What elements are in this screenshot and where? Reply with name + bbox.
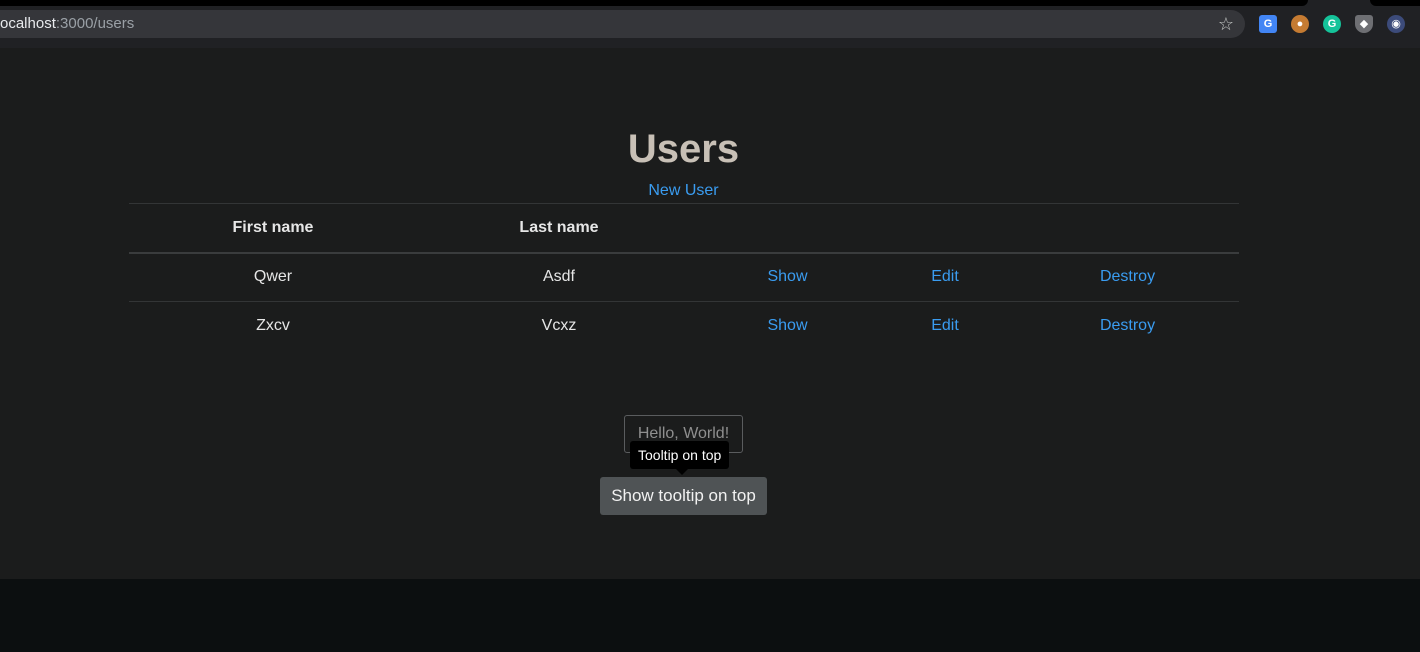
cell-edit: Edit: [874, 253, 1016, 302]
address-bar[interactable]: ocalhost:3000/users ☆: [0, 10, 1245, 38]
new-user-link[interactable]: New User: [0, 180, 1367, 202]
browser-toolbar: ocalhost:3000/users ☆ G ● G ◆ ◉: [0, 0, 1420, 48]
translate-icon[interactable]: G: [1259, 15, 1277, 33]
cell-first-name: Qwer: [253, 268, 293, 286]
tab-strip-right: [1370, 0, 1420, 6]
cell-show: Show: [701, 302, 874, 351]
shield-icon[interactable]: ◆: [1355, 15, 1373, 33]
address-bar-url[interactable]: ocalhost:3000/users: [0, 15, 134, 32]
header-last-name: Last name: [519, 218, 599, 236]
page-viewport: Users New User First name Last name Qwer…: [0, 48, 1420, 579]
header-empty: [1016, 204, 1239, 253]
cell-last-name: Asdf: [542, 268, 575, 286]
header-empty: [701, 204, 874, 253]
cell-edit: Edit: [874, 302, 1016, 351]
edit-link[interactable]: Edit: [931, 317, 959, 334]
table-row: Qwer Asdf Show Edit Destroy: [129, 253, 1239, 302]
tab-strip: [0, 0, 1308, 6]
cell-last-name: Vcxz: [541, 317, 577, 335]
url-host: ocalhost: [0, 15, 56, 32]
table-header-row: First name Last name: [129, 203, 1239, 253]
header-first-name: First name: [232, 218, 314, 236]
cookie-icon[interactable]: ●: [1291, 15, 1309, 33]
show-link[interactable]: Show: [767, 268, 807, 285]
header-empty: [874, 204, 1016, 253]
browser-bottom-area: [0, 579, 1420, 652]
spy-icon[interactable]: ◉: [1387, 15, 1405, 33]
page-title: Users: [627, 127, 740, 171]
cell-show: Show: [701, 253, 874, 302]
edit-link[interactable]: Edit: [931, 268, 959, 285]
cell-first-name: Zxcv: [256, 317, 290, 335]
url-path: :3000/users: [55, 15, 135, 32]
tooltip-arrow: [676, 469, 688, 475]
show-link[interactable]: Show: [767, 317, 807, 334]
tooltip: Tooltip on top: [630, 441, 730, 469]
cell-destroy: Destroy: [1016, 253, 1239, 302]
table-row: Zxcv Vcxz Show Edit Destroy: [129, 302, 1239, 351]
bookmark-star-icon[interactable]: ☆: [1215, 13, 1237, 35]
users-table: First name Last name Qwer Asdf Show Edit…: [129, 203, 1239, 351]
grammarly-icon[interactable]: G: [1323, 15, 1341, 33]
show-tooltip-button[interactable]: Show tooltip on top: [600, 477, 767, 515]
destroy-link[interactable]: Destroy: [1100, 268, 1155, 285]
destroy-link[interactable]: Destroy: [1100, 317, 1155, 334]
cell-destroy: Destroy: [1016, 302, 1239, 351]
